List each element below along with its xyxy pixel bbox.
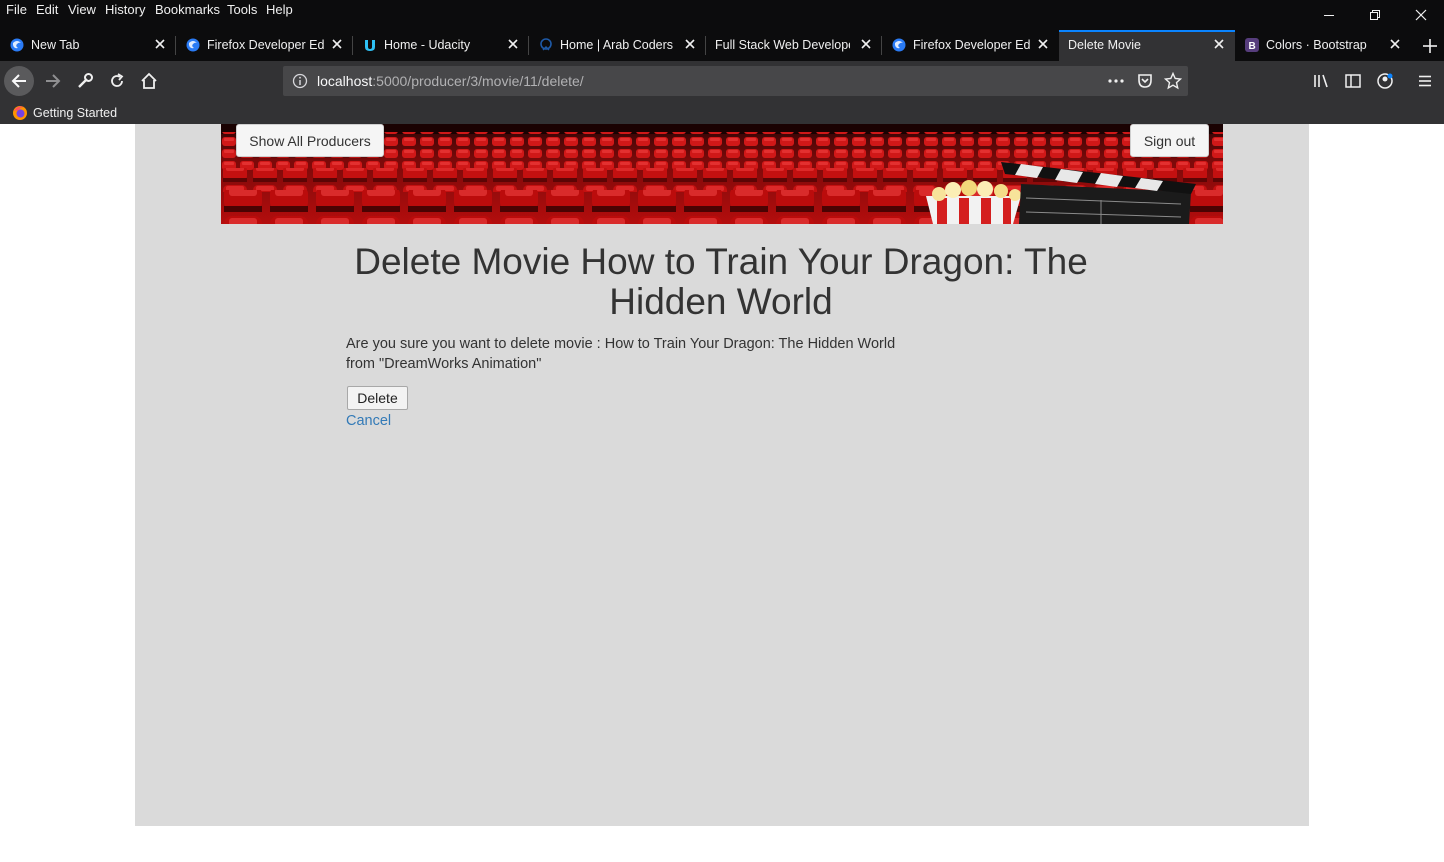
tab-delete-movie[interactable]: Delete Movie: [1059, 30, 1235, 61]
close-tab-icon[interactable]: [1211, 36, 1227, 52]
close-window-button[interactable]: [1398, 0, 1444, 30]
site-info-icon[interactable]: [292, 73, 308, 89]
tab-label: Firefox Developer Edit: [207, 38, 324, 52]
tab-label: Firefox Developer Edit: [913, 38, 1030, 52]
close-tab-icon[interactable]: [858, 36, 874, 52]
customize-button[interactable]: [70, 66, 100, 96]
confirmation-line-1: Are you sure you want to delete movie : …: [346, 336, 896, 352]
tab-arab-coders[interactable]: Home | Arab Coders: [529, 30, 706, 61]
menu-help[interactable]: Help: [266, 2, 293, 17]
back-arrow-icon: [11, 74, 26, 88]
tab-strip: New Tab Firefox Developer Edit Home - Ud…: [0, 30, 1444, 61]
bookmark-label: Getting Started: [33, 105, 118, 120]
reload-button[interactable]: [102, 66, 132, 96]
page-actions-icon[interactable]: [1107, 73, 1125, 89]
svg-text:B: B: [1249, 41, 1256, 52]
tab-label: Home - Udacity: [384, 38, 471, 52]
close-tab-icon[interactable]: [682, 36, 698, 52]
bookmark-star-icon[interactable]: [1164, 72, 1182, 90]
open-menu-button[interactable]: [1410, 66, 1440, 96]
bootstrap-icon: B: [1245, 38, 1259, 52]
menu-file[interactable]: File: [6, 2, 27, 17]
bookmarks-toolbar: Getting Started: [0, 101, 1444, 124]
new-tab-button[interactable]: [1416, 30, 1444, 61]
account-icon: [1377, 73, 1393, 89]
hamburger-menu-icon: [1419, 75, 1431, 87]
plus-icon: [1423, 38, 1437, 53]
close-tab-icon[interactable]: [1387, 36, 1403, 52]
bookmark-getting-started[interactable]: Getting Started: [12, 104, 117, 121]
minimize-button[interactable]: [1306, 0, 1352, 30]
tab-label: Colors · Bootstrap: [1266, 38, 1367, 52]
tab-label: Full Stack Web Developer: [715, 38, 850, 52]
confirmation-line-2: from "DreamWorks Animation": [346, 356, 542, 372]
page-viewport: Show All Producers Sign out Delete Movie…: [0, 124, 1444, 862]
tab-label: Home | Arab Coders: [560, 38, 674, 52]
forward-arrow-icon: [46, 74, 61, 88]
tab-bootstrap-colors[interactable]: B Colors · Bootstrap: [1235, 30, 1411, 61]
menu-bar: File Edit View History Bookmarks Tools H…: [0, 0, 1444, 30]
delete-button[interactable]: Delete: [347, 386, 408, 410]
menu-edit[interactable]: Edit: [36, 2, 58, 17]
menu-view[interactable]: View: [68, 2, 96, 17]
tab-label: Delete Movie: [1068, 38, 1141, 52]
wrench-icon: [78, 73, 93, 88]
tab-label: New Tab: [31, 38, 80, 52]
menu-history[interactable]: History: [105, 2, 145, 17]
menu-bookmarks[interactable]: Bookmarks: [155, 2, 220, 17]
library-button[interactable]: [1306, 66, 1336, 96]
udacity-icon: [365, 40, 375, 51]
tab-firefox-developer-edition-1[interactable]: Firefox Developer Edit: [176, 30, 353, 61]
close-icon: [1415, 9, 1427, 21]
firefox-icon: [13, 105, 27, 120]
account-button[interactable]: [1370, 66, 1400, 96]
close-tab-icon[interactable]: [152, 36, 168, 52]
url-path: :5000/producer/3/movie/11/delete/: [372, 73, 584, 89]
tab-firefox-developer-edition-2[interactable]: Firefox Developer Edit: [882, 30, 1059, 61]
menu-tools[interactable]: Tools: [227, 2, 257, 17]
close-tab-icon[interactable]: [1035, 36, 1051, 52]
firefox-dev-icon: [892, 38, 906, 52]
library-icon: [1314, 74, 1328, 88]
firefox-dev-icon: [186, 38, 200, 52]
firefox-icon: [10, 38, 24, 52]
sidebar-button[interactable]: [1338, 66, 1368, 96]
arab-coders-icon: [540, 38, 552, 51]
tab-new-tab[interactable]: New Tab: [0, 30, 176, 61]
page-title: Delete Movie How to Train Your Dragon: T…: [354, 241, 1088, 322]
close-tab-icon[interactable]: [505, 36, 521, 52]
restore-button[interactable]: [1352, 0, 1398, 30]
pocket-icon[interactable]: [1136, 72, 1154, 90]
back-button[interactable]: [4, 66, 34, 96]
restore-icon: [1370, 10, 1380, 20]
url-host: localhost: [317, 73, 373, 89]
show-all-producers-button[interactable]: Show All Producers: [236, 124, 384, 157]
main-container: Show All Producers Sign out Delete Movie…: [135, 124, 1309, 826]
sign-out-button[interactable]: Sign out: [1130, 124, 1209, 157]
url-bar[interactable]: localhost:5000/producer/3/movie/11/delet…: [283, 66, 1188, 96]
confirmation-message: Are you sure you want to delete movie : …: [346, 334, 906, 374]
home-icon: [141, 72, 157, 89]
sidebar-icon: [1345, 74, 1361, 88]
reload-icon: [111, 73, 124, 87]
cancel-link[interactable]: Cancel: [346, 413, 391, 429]
tab-udacity[interactable]: Home - Udacity: [353, 30, 529, 61]
url-text[interactable]: localhost:5000/producer/3/movie/11/delet…: [317, 73, 584, 89]
minimize-icon: [1324, 15, 1334, 16]
close-tab-icon[interactable]: [329, 36, 345, 52]
forward-button[interactable]: [38, 66, 68, 96]
tab-full-stack-web-developer[interactable]: Full Stack Web Developer: [706, 30, 882, 61]
home-button[interactable]: [134, 66, 164, 96]
